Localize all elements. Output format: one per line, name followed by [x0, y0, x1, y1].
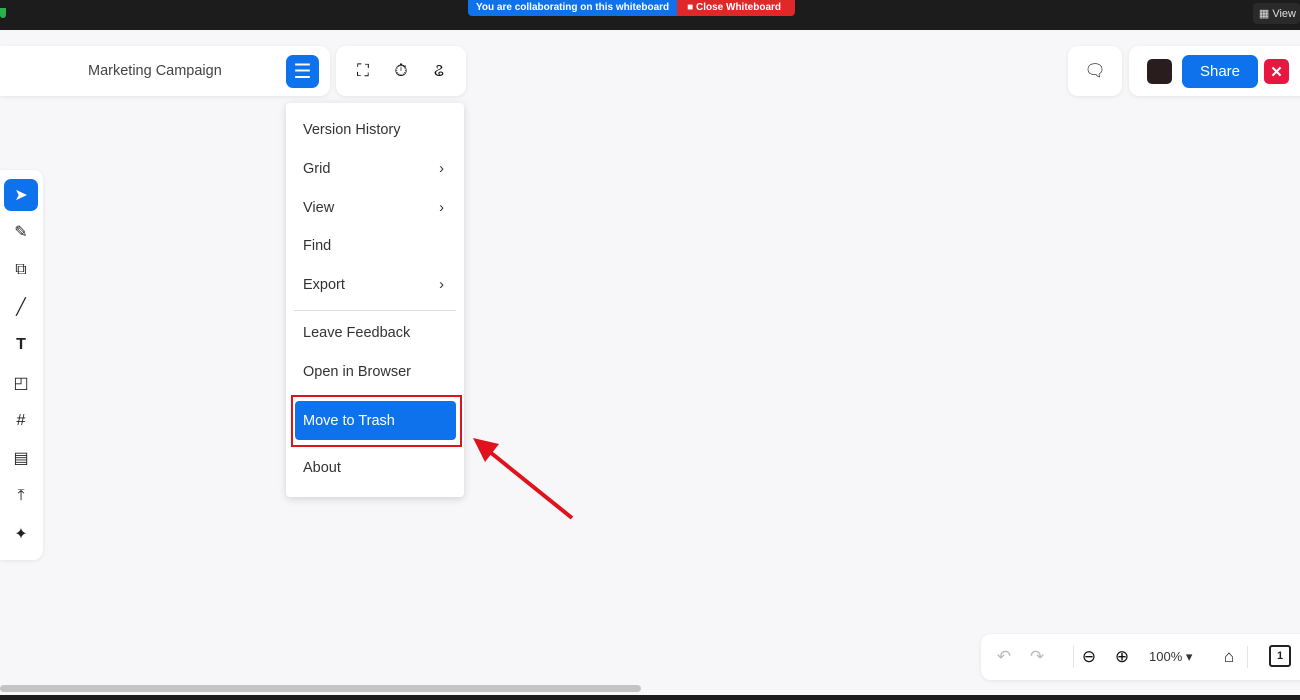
zoom-bar: ↶ ↷ ⊖ ⊕ 100% ▾ ⌂ 1: [981, 634, 1300, 680]
close-whiteboard-label: Close Whiteboard: [696, 2, 782, 13]
menu-label: About: [303, 460, 341, 476]
menu-item-open-in-browser[interactable]: Open in Browser: [286, 353, 464, 391]
pen-icon[interactable]: ✎: [4, 216, 38, 248]
divider: [1247, 646, 1248, 668]
top-tools-card: ⛶ ⏱ ଌ: [336, 46, 466, 96]
select-icon[interactable]: ➤: [4, 179, 38, 211]
menu-item-grid[interactable]: Grid ›: [286, 150, 464, 188]
title-card: Marketing Campaign ☰: [0, 46, 330, 96]
menu-label: View: [303, 200, 335, 216]
text-icon[interactable]: T: [4, 329, 38, 361]
redo-icon[interactable]: ↷: [1026, 644, 1048, 670]
chevron-right-icon: ›: [439, 200, 444, 216]
menu-label: Leave Feedback: [303, 325, 411, 341]
menu-item-find[interactable]: Find: [286, 227, 464, 265]
comment-icon[interactable]: 🗨: [1082, 58, 1108, 84]
locate-icon[interactable]: ⌂: [1218, 644, 1240, 670]
zoom-level: 100%: [1149, 649, 1183, 664]
menu-item-version-history[interactable]: Version History: [286, 111, 464, 149]
line-icon[interactable]: ╱: [4, 291, 38, 323]
pages-icon[interactable]: 1: [1269, 645, 1291, 667]
board-title[interactable]: Marketing Campaign: [88, 63, 222, 79]
collab-banner: You are collaborating on this whiteboard…: [468, 0, 796, 16]
menu-label: Version History: [303, 122, 401, 138]
system-bar: You are collaborating on this whiteboard…: [0, 0, 1300, 30]
frame-icon[interactable]: #: [4, 405, 38, 437]
menu-item-about[interactable]: About: [286, 449, 464, 487]
zoom-in-icon[interactable]: ⊕: [1111, 644, 1133, 670]
page-count: 1: [1276, 650, 1284, 662]
comments-card: 🗨: [1068, 46, 1122, 96]
menu-label: Move to Trash: [303, 412, 395, 429]
template-icon[interactable]: ▤: [4, 442, 38, 474]
present-icon[interactable]: ⛶: [350, 58, 376, 84]
more-tools-icon[interactable]: ✦: [4, 518, 38, 550]
menu-label: Find: [303, 238, 332, 254]
upload-icon[interactable]: ⤒: [4, 480, 38, 512]
share-card: Share ✕: [1129, 46, 1300, 96]
security-shield-icon: [0, 8, 6, 18]
share-button[interactable]: Share: [1182, 55, 1258, 88]
avatar[interactable]: [1147, 59, 1172, 84]
annotation-arrow: [473, 438, 574, 520]
menu-divider: [294, 310, 456, 311]
menu-label: Grid: [303, 161, 331, 177]
caret-down-icon: ▾: [1185, 649, 1193, 664]
timer-icon[interactable]: ⏱: [388, 58, 414, 84]
menu-item-move-to-trash[interactable]: Move to Trash: [295, 401, 456, 440]
menu-item-leave-feedback[interactable]: Leave Feedback: [286, 314, 464, 352]
menu-icon[interactable]: ☰: [286, 55, 319, 88]
shapes-icon[interactable]: ⧉: [4, 254, 38, 286]
view-button[interactable]: ▦ View: [1252, 3, 1300, 24]
menu-label: Export: [303, 277, 345, 293]
close-icon[interactable]: ✕: [1264, 59, 1289, 84]
undo-icon[interactable]: ↶: [993, 644, 1015, 670]
main-menu: Version History Grid › View › Find Export ›…: [286, 103, 464, 497]
close-whiteboard-button[interactable]: ■ Close Whiteboard: [677, 0, 796, 16]
view-label: View: [1272, 8, 1296, 20]
menu-label: Open in Browser: [303, 364, 411, 380]
zoom-level-dropdown[interactable]: 100% ▾: [1149, 649, 1192, 665]
horizontal-scrollbar[interactable]: [0, 685, 641, 692]
bottom-bar: [0, 695, 1300, 700]
menu-item-export[interactable]: Export ›: [286, 266, 464, 304]
toolbar: ➤ ✎ ⧉ ╱ T ◰ # ▤ ⤒ ✦: [0, 170, 43, 560]
chevron-right-icon: ›: [439, 161, 444, 177]
menu-item-view[interactable]: View ›: [286, 189, 464, 227]
divider: [1073, 646, 1074, 668]
collab-text: You are collaborating on this whiteboard: [468, 0, 678, 16]
zoom-out-icon[interactable]: ⊖: [1078, 644, 1100, 670]
signature-icon[interactable]: ଌ: [426, 58, 452, 84]
sticky-note-icon[interactable]: ◰: [4, 367, 38, 399]
chevron-right-icon: ›: [439, 277, 444, 293]
